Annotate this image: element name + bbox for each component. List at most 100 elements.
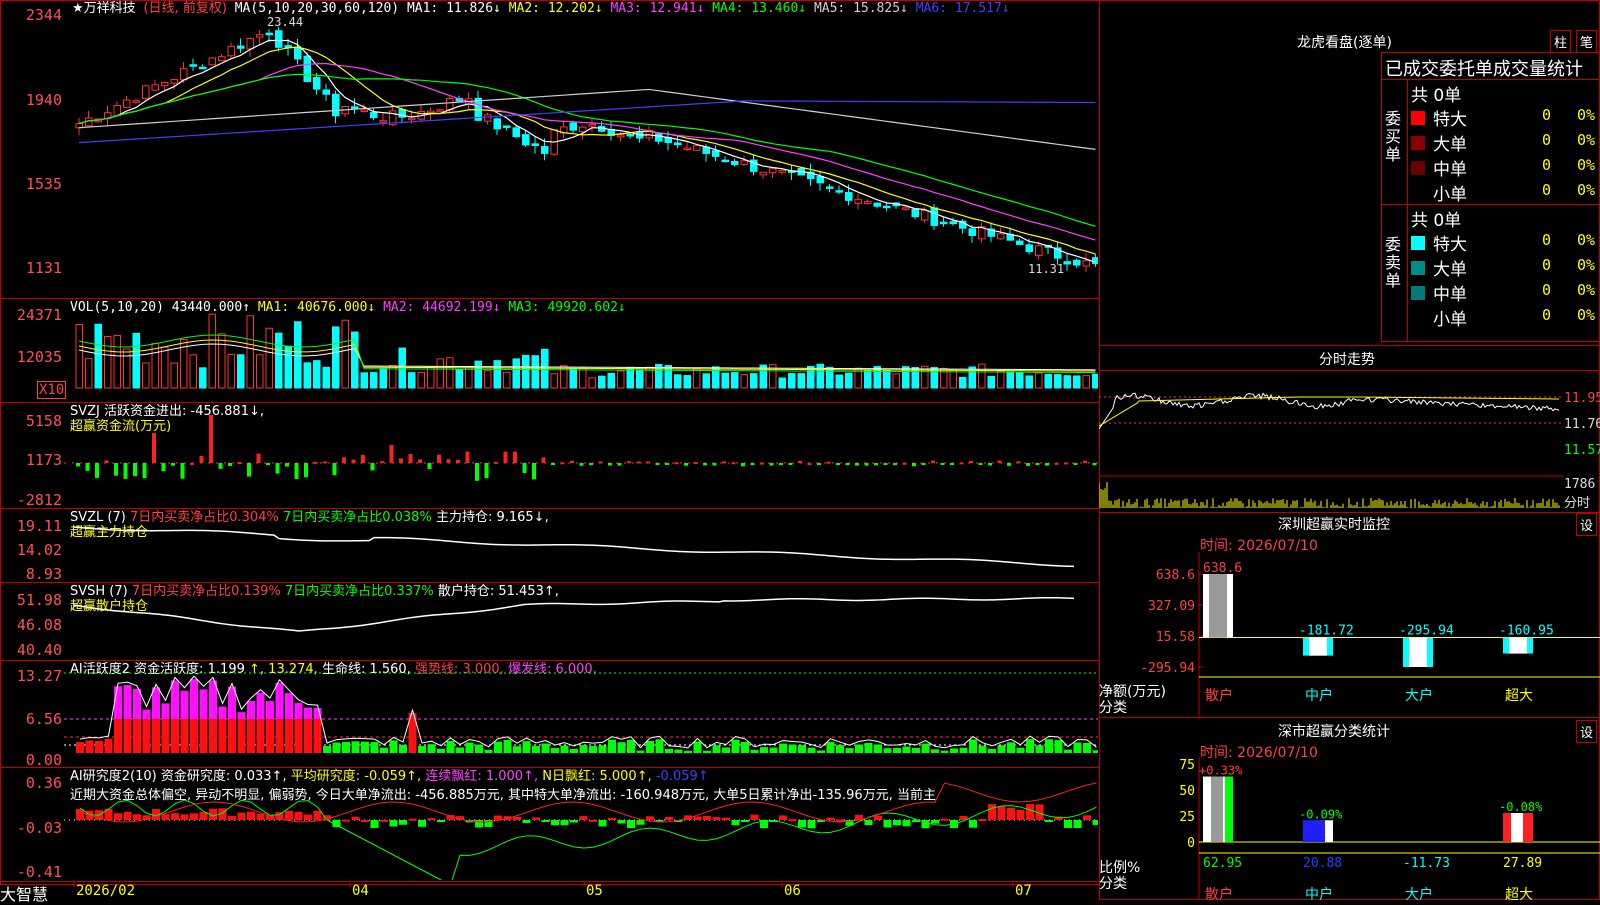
monitor-category: 中户 (1305, 687, 1333, 704)
flow-bar (256, 453, 261, 463)
ai2-chart[interactable] (64, 768, 1098, 880)
volume-bar (474, 360, 482, 389)
volume-bar (218, 333, 226, 389)
active-bar (389, 740, 398, 753)
active-bar (1045, 739, 1053, 753)
active-bar (807, 747, 816, 753)
flow-bar (237, 462, 242, 465)
candle (883, 205, 891, 209)
flow-bar (294, 463, 299, 480)
research-bar (408, 818, 417, 821)
dragon-title: 龙虎看盘(逐单) (1297, 35, 1392, 51)
candle (265, 32, 273, 36)
volume-bar (835, 374, 843, 389)
candle (256, 34, 264, 38)
candle (351, 106, 359, 109)
active-bar-burst (123, 685, 132, 719)
active-bar (912, 747, 920, 753)
candle (360, 109, 368, 113)
active-bar (95, 740, 103, 753)
classify-settings-button[interactable]: 设 (1576, 720, 1598, 743)
row-value: 0 (1542, 256, 1552, 274)
svzj-axis-1: 5158 (25, 412, 62, 430)
active-bar (332, 742, 341, 753)
classify-chart[interactable]: 75 50 25 0 +0.33% 62.95 散户 -0.09% 20.88 中户 -11.73 大… (1099, 758, 1600, 900)
svzl-axis-3: 8.93 (25, 565, 62, 583)
flow-bar (731, 462, 736, 465)
retail-holding-line (73, 596, 1075, 632)
active-bar (142, 719, 151, 753)
volume-bar (816, 363, 824, 389)
candle (1063, 261, 1071, 265)
volume-bar (436, 358, 444, 389)
classify-bar-edge (1225, 776, 1233, 842)
ma4-line (78, 73, 1096, 227)
intraday-chart[interactable] (1099, 371, 1564, 510)
flow-bar (988, 463, 992, 466)
active-bar (731, 739, 740, 753)
research-bar (560, 820, 569, 826)
candle (436, 109, 444, 112)
classify-category: 散户 (1205, 886, 1233, 900)
research-bar (161, 814, 170, 820)
candle (778, 169, 786, 173)
research-bar (570, 820, 578, 823)
volume-bar (845, 372, 853, 389)
candle (275, 30, 283, 48)
flow-bar (1054, 462, 1059, 465)
active-bar (465, 742, 474, 753)
ai1-chart[interactable] (64, 661, 1098, 767)
ma3-line (78, 62, 1096, 241)
research-bar (256, 814, 265, 820)
research-bar (798, 820, 806, 828)
bar-mode-button[interactable]: 柱 (1550, 30, 1572, 53)
research-bar (627, 820, 635, 829)
active-bar (456, 747, 464, 753)
candle (322, 89, 330, 95)
vol-axis-2: 12035 (16, 348, 62, 366)
row-value: 0 (1542, 156, 1552, 174)
active-bar (1035, 745, 1044, 753)
volume-bar (1016, 372, 1024, 389)
pen-mode-button[interactable]: 笔 (1576, 30, 1598, 53)
research-bar (513, 816, 521, 820)
flow-bar (484, 463, 489, 479)
research-bar (522, 820, 531, 824)
volume-chart[interactable] (64, 300, 1098, 400)
active-bar (826, 741, 835, 753)
volume-bar (455, 369, 463, 389)
active-bar (228, 719, 236, 753)
active-bar (997, 745, 1006, 753)
research-bar (1016, 809, 1025, 820)
svzl-chart[interactable] (64, 509, 1098, 581)
volume-bar (693, 368, 701, 389)
avg-research-line (79, 799, 1097, 880)
svzj-chart[interactable] (64, 403, 1098, 507)
sell-row: 大单 (1411, 255, 1467, 280)
volume-bar (503, 371, 511, 389)
flow-bar (133, 463, 137, 477)
buy-row: 小单 (1411, 180, 1467, 205)
flow-bar (779, 463, 783, 465)
candle (579, 126, 587, 133)
monitor-chart[interactable]: 638.6 327.09 15.58 -295.94 638.6 散户 -181.72 中户 -… (1099, 552, 1600, 717)
candle (845, 192, 853, 201)
research-bar (722, 817, 730, 820)
active-bar (209, 719, 217, 753)
research-bar (389, 820, 398, 827)
flow-bar (845, 463, 850, 465)
price-chart[interactable] (64, 0, 1098, 300)
flow-bar (332, 463, 337, 476)
candle (531, 143, 539, 147)
flow-bar (684, 463, 688, 466)
svsh-chart[interactable] (64, 583, 1098, 659)
active-bar (855, 744, 863, 753)
flow-bar (522, 463, 527, 474)
active-bar (541, 743, 550, 753)
candle (218, 56, 226, 62)
flow-bar (788, 463, 793, 465)
flow-bar (114, 463, 118, 476)
monitor-settings-button[interactable]: 设 (1576, 513, 1598, 536)
volume-bar (1054, 374, 1062, 389)
research-bar (313, 810, 322, 820)
